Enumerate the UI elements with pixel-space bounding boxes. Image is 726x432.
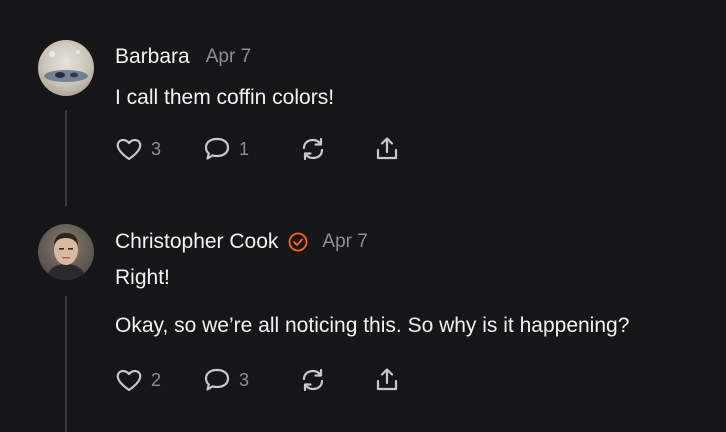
reply-button[interactable]: 3 xyxy=(203,367,299,393)
speech-bubble-icon xyxy=(203,136,231,162)
comment-christopher-cook: Christopher Cook Apr 7 Right! Okay, so w… xyxy=(0,210,726,432)
like-button[interactable]: 3 xyxy=(115,136,203,162)
share-button[interactable] xyxy=(373,366,401,394)
speech-bubble-icon xyxy=(203,367,231,393)
restack-button[interactable] xyxy=(299,366,373,394)
share-upload-icon xyxy=(373,135,401,163)
reply-button[interactable]: 1 xyxy=(203,136,299,162)
comment-barbara: Barbara Apr 7 I call them coffin colors!… xyxy=(0,0,726,210)
comment-text-line-2: Okay, so we’re all noticing this. So why… xyxy=(115,314,630,337)
comment-text-line-1: Right! xyxy=(115,266,170,289)
verified-check-badge-icon xyxy=(288,232,308,252)
like-count: 2 xyxy=(151,369,162,390)
heart-icon xyxy=(115,136,143,162)
avatar-christopher-cook[interactable] xyxy=(38,224,94,280)
restack-arrows-icon xyxy=(299,366,327,394)
like-button[interactable]: 2 xyxy=(115,367,203,393)
comment-text: I call them coffin colors! xyxy=(115,86,335,109)
restack-arrows-icon xyxy=(299,135,327,163)
reply-count: 1 xyxy=(239,138,250,159)
share-upload-icon xyxy=(373,366,401,394)
restack-button[interactable] xyxy=(299,135,373,163)
heart-icon xyxy=(115,367,143,393)
avatar-barbara[interactable] xyxy=(38,40,94,96)
like-count: 3 xyxy=(151,138,162,159)
share-button[interactable] xyxy=(373,135,401,163)
comment-author[interactable]: Barbara xyxy=(115,45,190,69)
comment-date[interactable]: Apr 7 xyxy=(206,46,251,68)
comment-author[interactable]: Christopher Cook xyxy=(115,230,278,254)
reply-count: 3 xyxy=(239,369,250,390)
comment-date[interactable]: Apr 7 xyxy=(322,231,367,253)
